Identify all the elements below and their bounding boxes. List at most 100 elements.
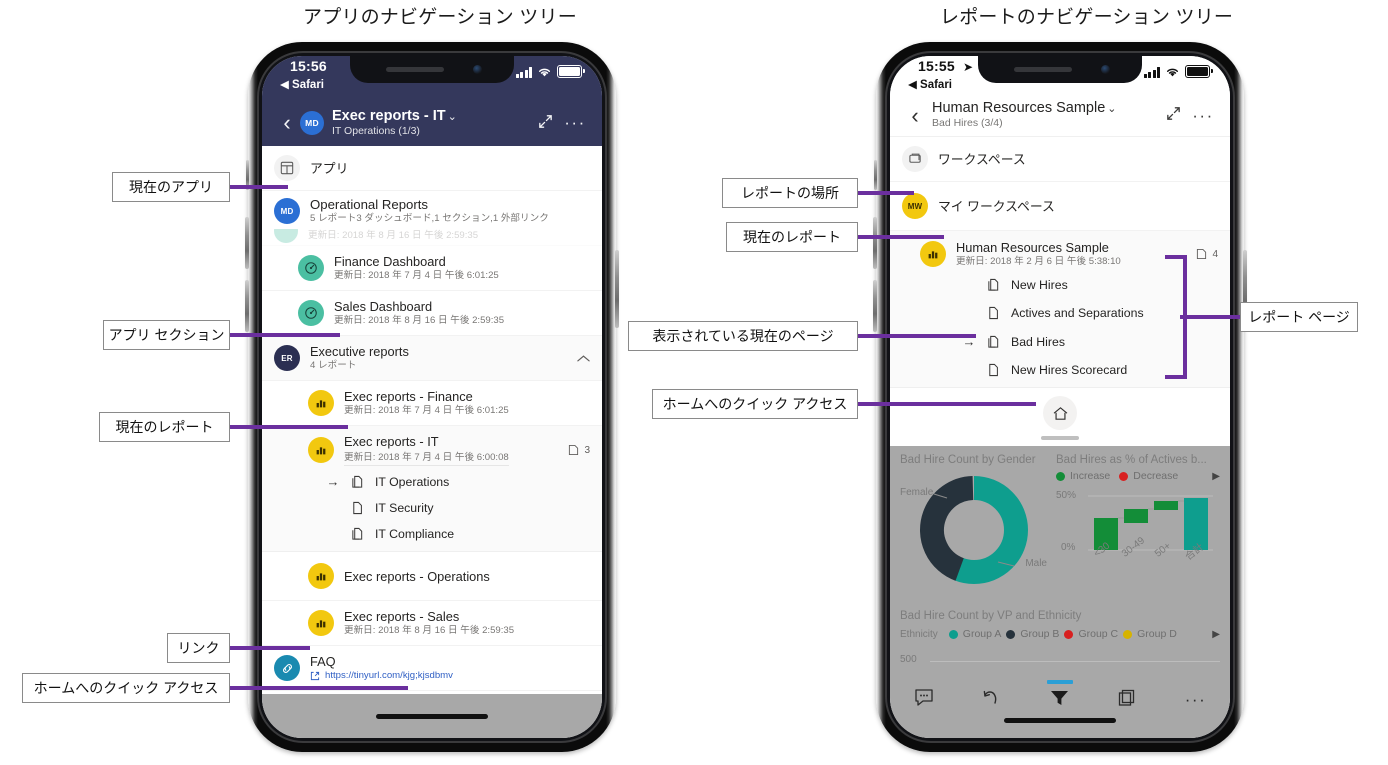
- volume-up-button[interactable]: [873, 217, 877, 269]
- pages-icon[interactable]: [1117, 688, 1137, 712]
- legend-label-group-a: Group A: [962, 628, 1002, 641]
- legend-swatch-group-a: [948, 629, 958, 639]
- left-nav-tree: アプリ MD Operational Reports 5 レポート3 ダッシュボ…: [262, 146, 602, 694]
- waterfall-chart: 50% 0% <30 30-49 50+ 合計: [1056, 488, 1220, 584]
- leader-current-report-right: [858, 235, 944, 239]
- expand-icon[interactable]: [530, 113, 560, 134]
- volume-up-button[interactable]: [245, 217, 249, 269]
- list-item-text: 更新日: 2018 年 8 月 16 日 午後 2:59:35: [308, 230, 590, 242]
- page-row[interactable]: IT Compliance: [262, 521, 602, 551]
- list-item-text: Sales Dashboard 更新日: 2018 年 8 月 16 日 午後 …: [334, 299, 590, 327]
- list-item-section[interactable]: ER Executive reports 4 レポート: [262, 336, 602, 381]
- left-app-header: ‹ MD Exec reports - IT ⌄ IT Operations (1…: [262, 100, 602, 146]
- scroll-grabber[interactable]: [1041, 436, 1079, 441]
- link-avatar-icon: [274, 655, 300, 681]
- leader-report-pages: [1180, 315, 1242, 319]
- list-item-subtitle: 更新日: 2018 年 7 月 4 日 午後 6:01:25: [344, 405, 509, 416]
- leader-home-quick-access-left: [230, 686, 408, 690]
- page-row-current[interactable]: → IT Operations: [262, 468, 602, 495]
- undo-icon[interactable]: [981, 688, 1001, 712]
- list-item-dashboard[interactable]: Finance Dashboard 更新日: 2018 年 7 月 4 日 午後…: [262, 246, 602, 291]
- callout-app-section: アプリ セクション: [103, 320, 230, 350]
- apps-grid-icon: [274, 155, 300, 181]
- link-url[interactable]: https://tinyurl.com/kjg;kjsdbmv: [325, 669, 453, 682]
- leader-current-app: [230, 185, 288, 189]
- battery-icon: [557, 65, 585, 78]
- visual-waterfall[interactable]: Bad Hires as % of Actives b... Increase …: [1056, 454, 1220, 588]
- report-canvas: Bad Hire Count by Gender Female Male Bad…: [890, 446, 1230, 685]
- left-figure-caption: アプリのナビゲーション ツリー: [303, 7, 577, 28]
- expand-icon[interactable]: [1158, 105, 1188, 126]
- callout-report-location: レポートの場所: [722, 178, 858, 208]
- status-back-to-safari[interactable]: ◀ Safari: [280, 77, 324, 91]
- header-title-line[interactable]: Exec reports - IT ⌄: [332, 108, 530, 125]
- list-item-title: Exec reports - Operations: [344, 568, 490, 584]
- link-icon: [274, 655, 300, 681]
- left-phone-screen: 15:56 ◀ Safari ‹ MD Exec reports - IT ⌄ …: [262, 56, 602, 738]
- chevron-down-icon[interactable]: ⌄: [448, 111, 457, 123]
- header-title-line[interactable]: Human Resources Sample ⌄: [932, 101, 1158, 117]
- page-indicator[interactable]: [1047, 680, 1073, 685]
- page-icon: [982, 363, 1004, 377]
- home-indicator[interactable]: [1004, 718, 1116, 724]
- more-icon[interactable]: ···: [560, 113, 590, 133]
- chevron-down-icon[interactable]: ⌄: [1107, 103, 1116, 115]
- comment-icon[interactable]: [914, 688, 934, 712]
- visual-ethnicity[interactable]: Bad Hire Count by VP and Ethnicity Ethni…: [900, 610, 1220, 685]
- list-item-link[interactable]: FAQ https://tinyurl.com/kjg;kjsdbmv: [262, 646, 602, 691]
- legend-swatch-group-d: [1123, 629, 1133, 639]
- back-button[interactable]: ‹: [274, 112, 300, 134]
- more-icon[interactable]: ···: [1188, 106, 1218, 126]
- visual-donut[interactable]: Bad Hire Count by Gender Female Male: [900, 454, 1048, 588]
- list-item-partial[interactable]: 更新日: 2018 年 8 月 16 日 午後 2:59:35: [262, 229, 602, 246]
- callout-current-page: 表示されている現在のページ: [628, 321, 858, 351]
- ethnicity-chart: 500: [900, 654, 1220, 685]
- page-count-value: 3: [584, 444, 590, 456]
- page-row[interactable]: IT Security: [262, 495, 602, 521]
- chevron-up-icon[interactable]: [577, 354, 590, 363]
- home-button[interactable]: [1043, 396, 1077, 431]
- status-back-to-safari[interactable]: ◀ Safari: [908, 77, 952, 91]
- list-item-title: Human Resources Sample: [956, 240, 1109, 256]
- waterfall-legend: Increase Decrease ▶: [1056, 470, 1220, 482]
- list-item-current-app[interactable]: MD Operational Reports 5 レポート3 ダッシュボード,1…: [262, 191, 602, 229]
- list-item-my-workspace[interactable]: MW マイ ワークスペース: [890, 182, 1230, 232]
- right-figure-caption: レポートのナビゲーション ツリー: [940, 7, 1234, 28]
- report-icon: [920, 241, 946, 268]
- list-item-text: Human Resources Sample 更新日: 2018 年 2 月 6…: [956, 240, 1196, 268]
- battery-icon: [1185, 65, 1213, 78]
- mute-switch[interactable]: [874, 160, 877, 190]
- dashboard-icon: [274, 229, 298, 243]
- page-count: 4: [1196, 248, 1218, 260]
- list-item-report[interactable]: Exec reports - Finance 更新日: 2018 年 7 月 4…: [262, 381, 602, 426]
- legend-axis-label: Ethnicity: [900, 628, 938, 640]
- header-text[interactable]: Human Resources Sample ⌄ Bad Hires (3/4): [932, 101, 1158, 130]
- more-icon[interactable]: ···: [1185, 690, 1206, 710]
- leader-app-section: [230, 333, 340, 337]
- visual-title: Bad Hire Count by Gender: [900, 454, 1036, 467]
- donut-chart: Female Male: [900, 470, 1048, 588]
- filter-icon[interactable]: [1049, 688, 1070, 712]
- volume-down-button[interactable]: [873, 280, 877, 332]
- header-text[interactable]: Exec reports - IT ⌄ IT Operations (1/3): [332, 108, 530, 138]
- workspace-row[interactable]: ワークスペース: [890, 137, 1230, 183]
- home-indicator[interactable]: [376, 713, 488, 719]
- list-item-subtitle: 4 レポート: [310, 360, 357, 371]
- list-item-title: Exec reports - Finance: [344, 389, 473, 404]
- power-button[interactable]: [615, 250, 619, 328]
- list-item-report[interactable]: Exec reports - Operations: [262, 552, 602, 601]
- list-item-report[interactable]: Exec reports - Sales 更新日: 2018 年 8 月 16 …: [262, 601, 602, 646]
- current-page-arrow-icon: →: [326, 474, 340, 489]
- page-label: Actives and Separations: [1011, 306, 1144, 321]
- back-button[interactable]: ‹: [902, 104, 928, 127]
- right-home-indicator-area: [890, 718, 1230, 738]
- visual-title: Bad Hire Count by VP and Ethnicity: [900, 610, 1082, 623]
- legend-swatch-decrease: [1119, 471, 1129, 481]
- list-item-dashboard[interactable]: Sales Dashboard 更新日: 2018 年 8 月 16 日 午後 …: [262, 291, 602, 336]
- link-url-line[interactable]: https://tinyurl.com/kjg;kjsdbmv: [310, 669, 590, 682]
- volume-down-button[interactable]: [245, 280, 249, 332]
- caret-right-icon[interactable]: ▶: [1212, 629, 1220, 640]
- apps-row[interactable]: アプリ: [262, 146, 602, 191]
- caret-right-icon[interactable]: ▶: [1212, 471, 1220, 482]
- list-item-current-report[interactable]: Exec reports - IT 更新日: 2018 年 7 月 4 日 午後…: [262, 426, 602, 468]
